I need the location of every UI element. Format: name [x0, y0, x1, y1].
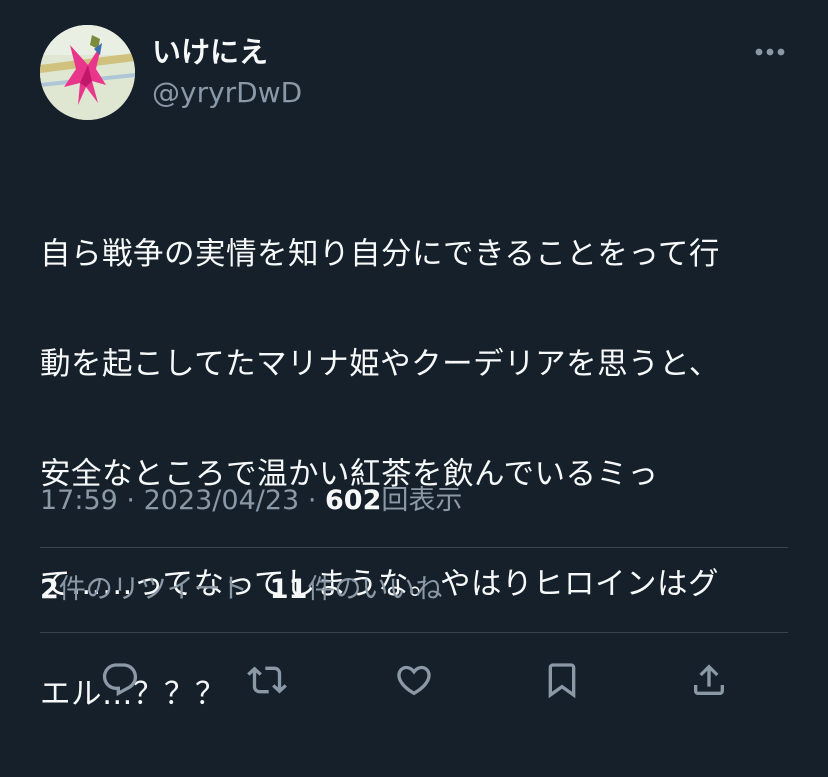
more-options-button[interactable] — [748, 36, 792, 68]
more-dots-icon — [755, 48, 785, 56]
retweet-button[interactable] — [242, 655, 292, 705]
likes-label: 件のいいね — [307, 574, 443, 605]
meta-separator: · — [307, 485, 317, 516]
views-label: 回表示 — [381, 485, 463, 516]
like-icon — [397, 665, 431, 696]
bookmark-button[interactable] — [537, 655, 587, 705]
tweet-detail: いけにえ @yryrDwD 自ら戦争の実情を知り自分にできることをって行 動を起… — [0, 0, 828, 721]
display-name[interactable]: いけにえ — [152, 34, 268, 70]
tweet-date[interactable]: 2023/04/23 — [144, 485, 300, 516]
like-button[interactable] — [389, 655, 439, 705]
engagement-stats: 2件のリツイート 11件のいいね — [40, 572, 442, 608]
share-icon — [694, 664, 724, 695]
user-handle[interactable]: @yryrDwD — [152, 76, 302, 110]
retweets-count: 2 — [40, 574, 59, 605]
tweet-meta: 17:59 · 2023/04/23 · 602回表示 — [40, 483, 462, 519]
avatar-image — [40, 25, 135, 120]
retweets-link[interactable]: 2件のリツイート — [40, 574, 248, 605]
avatar[interactable] — [40, 25, 135, 120]
reply-icon — [102, 663, 138, 697]
likes-link[interactable]: 11件のいいね — [270, 574, 443, 605]
likes-count: 11 — [269, 574, 308, 605]
tweet-text-line: 自ら戦争の実情を知り自分にできることをって行 — [40, 237, 720, 272]
tweet-time[interactable]: 17:59 — [40, 485, 118, 516]
retweets-label: 件のリツイート — [58, 574, 248, 605]
divider — [40, 547, 788, 548]
reply-button[interactable] — [95, 655, 145, 705]
views-count: 602 — [325, 485, 382, 516]
retweet-icon — [247, 666, 287, 694]
tweet-text-line: 動を起こしてたマリナ姫やクーデリアを思うと、 — [40, 347, 720, 382]
bookmark-icon — [548, 663, 576, 699]
meta-separator: · — [126, 485, 135, 516]
share-button[interactable] — [684, 655, 734, 705]
divider — [40, 632, 788, 633]
